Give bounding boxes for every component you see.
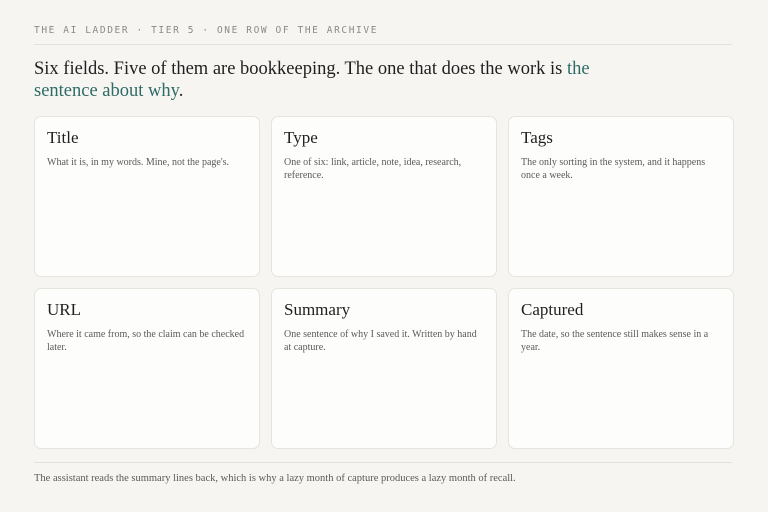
card-title: URL	[47, 300, 81, 319]
footer-note: The assistant reads the summary lines ba…	[34, 473, 516, 484]
field-card-type: Type One of six: link, article, note, id…	[271, 116, 497, 277]
card-description: What it is, in my words. Mine, not the p…	[47, 157, 230, 168]
headline-lead: Six fields. Five of them are bookkeeping…	[34, 59, 567, 79]
headline: Six fields. Five of them are bookkeeping…	[34, 58, 594, 102]
card-title: Tags	[521, 128, 553, 147]
headline-tail: .	[178, 81, 184, 101]
field-card-url: URL Where it came from, so the claim can…	[34, 288, 260, 449]
card-description: The only sorting in the system, and it h…	[521, 157, 706, 181]
card-description: Where it came from, so the claim can be …	[47, 329, 245, 353]
card-title: Type	[284, 128, 318, 147]
field-card-tags: Tags The only sorting in the system, and…	[508, 116, 734, 277]
card-title: Title	[47, 128, 79, 147]
field-card-summary: Summary One sentence of why I saved it. …	[271, 288, 497, 449]
card-description: The date, so the sentence still makes se…	[521, 329, 709, 353]
card-description: One of six: link, article, note, idea, r…	[284, 157, 462, 181]
field-grid: Title What it is, in my words. Mine, not…	[34, 116, 734, 449]
field-card-title: Title What it is, in my words. Mine, not…	[34, 116, 260, 277]
card-description: One sentence of why I saved it. Written …	[284, 329, 477, 353]
field-card-captured: Captured The date, so the sentence still…	[508, 288, 734, 449]
card-title: Captured	[521, 300, 584, 319]
eyebrow-label: THE AI LADDER · TIER 5 · ONE ROW OF THE …	[34, 25, 379, 36]
card-title: Summary	[284, 300, 351, 319]
bottom-divider	[34, 462, 732, 463]
top-divider	[34, 44, 732, 45]
